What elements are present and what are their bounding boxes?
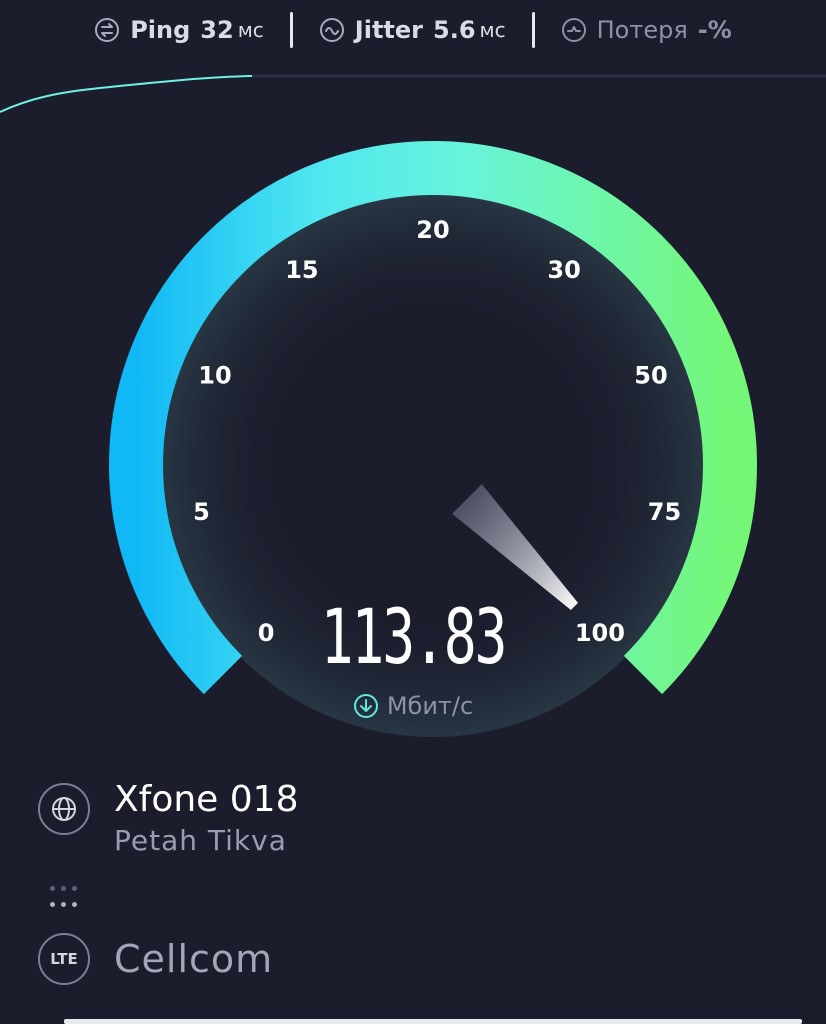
loss-stat: Потеря -% [535,16,758,44]
provider-info[interactable]: LTE Cellcom [38,933,273,985]
bottom-bar [64,1019,802,1024]
server-city: Petah Tikva [114,824,287,857]
speed-unit: Мбит/с [386,692,474,720]
provider-name: Cellcom [114,937,274,981]
lte-badge: LTE [50,950,78,968]
stats-bar: Ping 32 мс Jitter 5.6 мс Потеря -% [0,0,826,60]
ping-value: 32 [200,16,234,44]
jitter-icon [319,18,344,42]
gauge-tick-label: 75 [648,498,681,526]
globe-icon [38,783,90,835]
ping-stat: Ping 32 мс [68,16,290,44]
server-name: Xfone 018 [114,779,299,820]
jitter-label: Jitter [354,16,424,44]
ping-icon [95,18,120,42]
gauge-tick-label: 30 [547,256,580,284]
server-info[interactable]: Xfone 018 Petah Tikva [38,779,298,857]
gauge-tick-label: 15 [285,256,318,284]
loss-label: Потеря [596,16,688,44]
graph-line [0,75,253,113]
jitter-unit: мс [479,18,506,42]
ping-unit: мс [237,18,264,42]
packet-loss-icon [561,18,586,42]
gauge-tick-label: 5 [193,498,210,526]
gauge-tick-label: 50 [634,362,667,390]
speed-value: 113.83 [320,592,508,681]
gauge-tick-label: 20 [416,216,449,244]
jitter-stat: Jitter 5.6 мс [293,16,532,44]
jitter-value: 5.6 [433,16,476,44]
gauge-tick-label: 10 [198,362,231,390]
loss-value: -% [697,16,732,44]
speed-graph [0,74,826,113]
lte-icon: LTE [38,933,90,985]
download-icon [353,694,378,718]
ping-label: Ping [130,16,191,44]
connection-dots-icon [50,886,82,912]
speed-unit-row: Мбит/с [0,692,826,720]
